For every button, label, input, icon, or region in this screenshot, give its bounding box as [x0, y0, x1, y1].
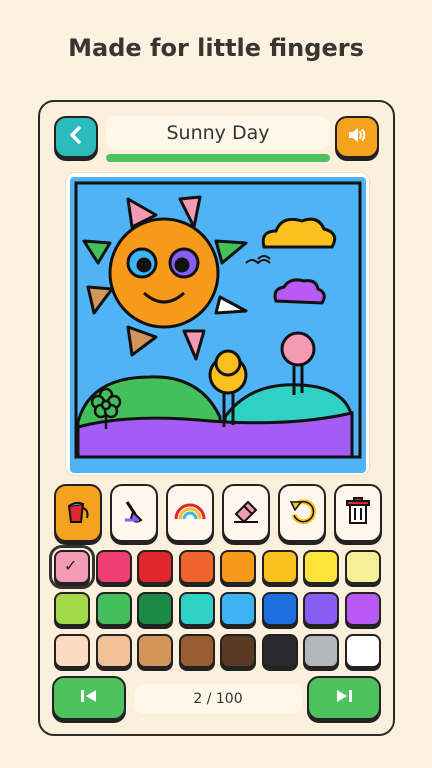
color-swatch[interactable]	[137, 634, 173, 668]
color-swatch[interactable]	[303, 634, 339, 668]
tool-eraser[interactable]	[222, 484, 270, 542]
back-button[interactable]	[54, 116, 98, 158]
tool-trash[interactable]	[334, 484, 382, 542]
color-swatch[interactable]	[220, 592, 256, 626]
speaker-icon	[347, 126, 367, 148]
trash-icon	[344, 496, 372, 530]
tool-paint-bucket[interactable]	[54, 484, 102, 542]
progress-fill	[106, 154, 330, 162]
color-swatch[interactable]	[303, 550, 339, 584]
color-swatch[interactable]	[95, 592, 132, 626]
color-swatch[interactable]	[178, 592, 215, 626]
tool-brush[interactable]	[110, 484, 158, 542]
skip-back-icon	[78, 687, 100, 709]
color-swatch[interactable]	[344, 550, 381, 584]
sunny-day-picture[interactable]	[70, 177, 366, 473]
color-swatch[interactable]	[178, 550, 215, 584]
coloring-canvas[interactable]	[65, 172, 370, 476]
color-swatch[interactable]	[137, 550, 173, 584]
eraser-icon	[230, 496, 262, 530]
color-swatch[interactable]	[54, 634, 90, 668]
color-swatch[interactable]	[54, 592, 90, 626]
color-swatch[interactable]	[220, 550, 256, 584]
page-headline: Made for little fingers	[68, 34, 364, 62]
sun	[108, 217, 220, 329]
brush-icon	[119, 496, 149, 530]
next-page-button[interactable]	[307, 676, 381, 720]
page-counter: 2 / 100	[134, 684, 302, 714]
chevron-left-icon	[66, 125, 86, 149]
color-swatch[interactable]	[95, 634, 132, 668]
color-swatch[interactable]	[137, 592, 173, 626]
sound-button[interactable]	[335, 116, 379, 158]
paint-bucket-icon	[63, 496, 93, 530]
color-swatch[interactable]	[261, 634, 298, 668]
undo-icon	[287, 496, 317, 530]
color-swatch[interactable]	[344, 634, 381, 668]
skip-forward-icon	[333, 687, 355, 709]
color-swatch[interactable]	[95, 550, 132, 584]
color-swatch[interactable]: ✓	[49, 545, 95, 589]
previous-page-button[interactable]	[52, 676, 126, 720]
page-title: Sunny Day	[106, 116, 330, 150]
color-swatch[interactable]	[261, 550, 298, 584]
color-swatch[interactable]	[261, 592, 298, 626]
tool-undo[interactable]	[278, 484, 326, 542]
color-swatch[interactable]	[178, 634, 215, 668]
app-screen: Sunny Day ✓ 2 / 100	[38, 100, 395, 736]
color-swatch[interactable]	[220, 634, 256, 668]
tool-rainbow[interactable]	[166, 484, 214, 542]
progress-bar	[106, 154, 330, 162]
check-icon: ✓	[64, 556, 78, 575]
rainbow-icon	[173, 499, 207, 527]
color-swatch[interactable]	[303, 592, 339, 626]
color-swatch[interactable]	[344, 592, 381, 626]
